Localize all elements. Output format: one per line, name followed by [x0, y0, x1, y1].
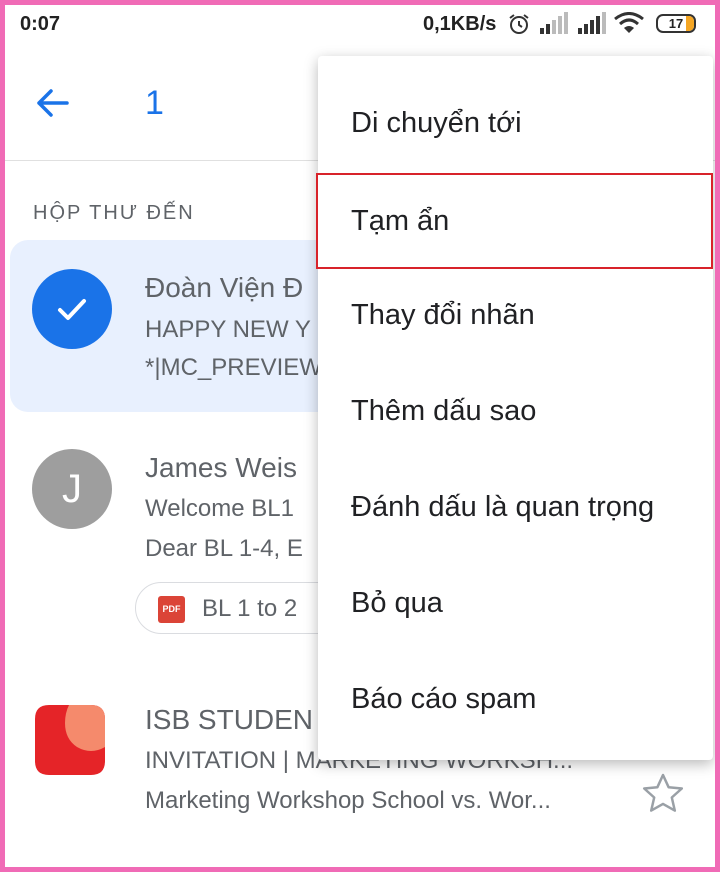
menu-item-mark-important[interactable]: Đánh dấu là quan trọng	[318, 459, 713, 555]
overflow-menu: Di chuyển tới Tạm ẩn Thay đổi nhãn Thêm …	[316, 56, 713, 760]
selected-check-avatar[interactable]	[32, 269, 112, 349]
email-sender: James Weis	[145, 452, 297, 483]
pdf-icon: PDF	[158, 596, 185, 623]
avatar: J	[32, 449, 112, 529]
sender-logo-icon	[35, 705, 105, 775]
signal-1-icon	[540, 12, 568, 34]
email-subject: Welcome BL1	[145, 495, 294, 522]
star-icon[interactable]	[642, 773, 684, 813]
email-sender: ISB STUDEN	[145, 704, 314, 735]
network-speed: 0,1KB/s	[423, 13, 497, 35]
selected-count: 1	[145, 84, 164, 122]
menu-item-snooze[interactable]: Tạm ẩn	[316, 173, 713, 269]
check-icon	[58, 299, 86, 320]
status-time: 0:07	[20, 13, 61, 35]
menu-item-report-spam[interactable]: Báo cáo spam	[318, 651, 713, 747]
wifi-icon	[614, 12, 644, 33]
menu-item-change-labels[interactable]: Thay đổi nhãn	[318, 267, 713, 363]
menu-item-add-star[interactable]: Thêm dấu sao	[318, 363, 713, 459]
battery-level: 17	[668, 16, 684, 31]
email-subject: HAPPY NEW Y	[145, 316, 311, 343]
menu-item-move-to[interactable]: Di chuyển tới	[318, 75, 713, 171]
battery-indicator: 17	[656, 14, 696, 33]
email-preview: *|MC_PREVIEW	[145, 354, 322, 381]
inbox-section-label: HỘP THƯ ĐẾN	[33, 202, 195, 224]
status-bar: 0:07 0,1KB/s 17	[0, 0, 720, 50]
alarm-icon	[509, 14, 529, 34]
email-preview: Dear BL 1-4, E	[145, 535, 303, 562]
signal-2-icon	[578, 12, 606, 34]
email-preview: Marketing Workshop School vs. Wor...	[145, 787, 551, 814]
back-arrow-icon[interactable]	[35, 88, 69, 118]
menu-item-mute[interactable]: Bỏ qua	[318, 555, 713, 651]
email-sender: Đoàn Viện Đ	[145, 272, 304, 303]
attachment-name: BL 1 to 2	[202, 595, 298, 622]
